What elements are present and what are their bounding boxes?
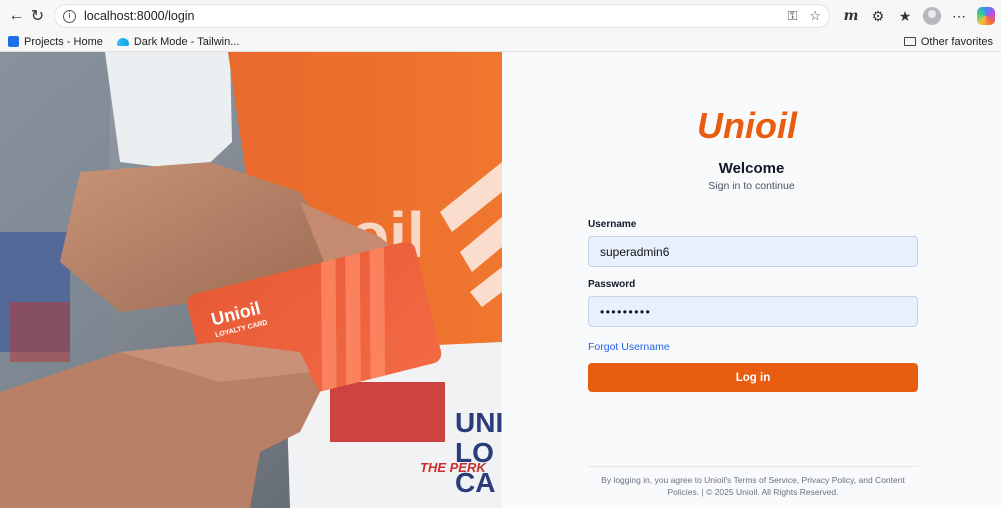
page-subtitle: Sign in to continue [708,180,795,192]
forgot-username-link[interactable]: Forgot Username [588,341,918,353]
browser-toolbar: ← ↻ i localhost:8000/login ⚿ ☆ m ⚙ ★ ⋯ [0,0,1001,32]
url-text: localhost:8000/login [84,9,195,23]
other-favorites-label: Other favorites [920,35,993,48]
more-menu-icon[interactable]: ⋯ [950,8,968,25]
bookmark-label: Projects - Home [24,35,103,48]
copilot-icon[interactable] [977,7,995,25]
username-label: Username [588,219,637,230]
projects-favicon-icon [8,36,19,47]
login-form: Username superadmin6 Password ••••••••• … [588,219,918,392]
folder-icon [903,37,916,46]
favorites-icon[interactable]: ★ [896,8,914,25]
other-favorites[interactable]: Other favorites [903,35,993,48]
logo-text: Unioil [697,105,798,146]
star-icon[interactable]: ☆ [809,8,821,24]
bookmark-label: Dark Mode - Tailwin... [133,35,240,48]
page-title: Welcome [718,160,785,177]
extension-m-icon[interactable]: m [842,8,860,24]
tailwind-favicon-icon [116,37,129,46]
address-bar[interactable]: i localhost:8000/login ⚿ ☆ [54,4,830,28]
username-input[interactable]: superadmin6 [588,236,918,267]
profile-avatar[interactable] [923,7,941,25]
login-panel: Unioil Welcome Sign in to continue Usern… [502,52,1001,508]
extensions-puzzle-icon[interactable]: ⚙ [869,8,887,25]
bookmarks-bar: Projects - Home Dark Mode - Tailwin... O… [0,32,1001,52]
reload-icon[interactable]: ↻ [27,3,48,29]
site-info-icon[interactable]: i [63,9,76,23]
password-label: Password [588,279,636,290]
password-input[interactable]: ••••••••• [588,296,918,327]
unioil-logo: Unioil [697,105,798,146]
key-icon[interactable]: ⚿ [787,8,797,24]
banner-tagline: THE PERK [420,460,487,475]
banner-line: UNI [455,407,502,438]
hero-image: oil UNI LO CA THE PERK Unioil LOYALTY CA… [0,52,502,508]
back-arrow-icon[interactable]: ← [6,3,27,29]
bookmark-dark-mode[interactable]: Dark Mode - Tailwin... [116,35,240,48]
legal-footer: By logging in, you agree to Unioil's Ter… [588,466,918,498]
login-button[interactable]: Log in [588,363,918,392]
page-content: oil UNI LO CA THE PERK Unioil LOYALTY CA… [0,52,1001,508]
bookmark-projects[interactable]: Projects - Home [8,36,103,48]
